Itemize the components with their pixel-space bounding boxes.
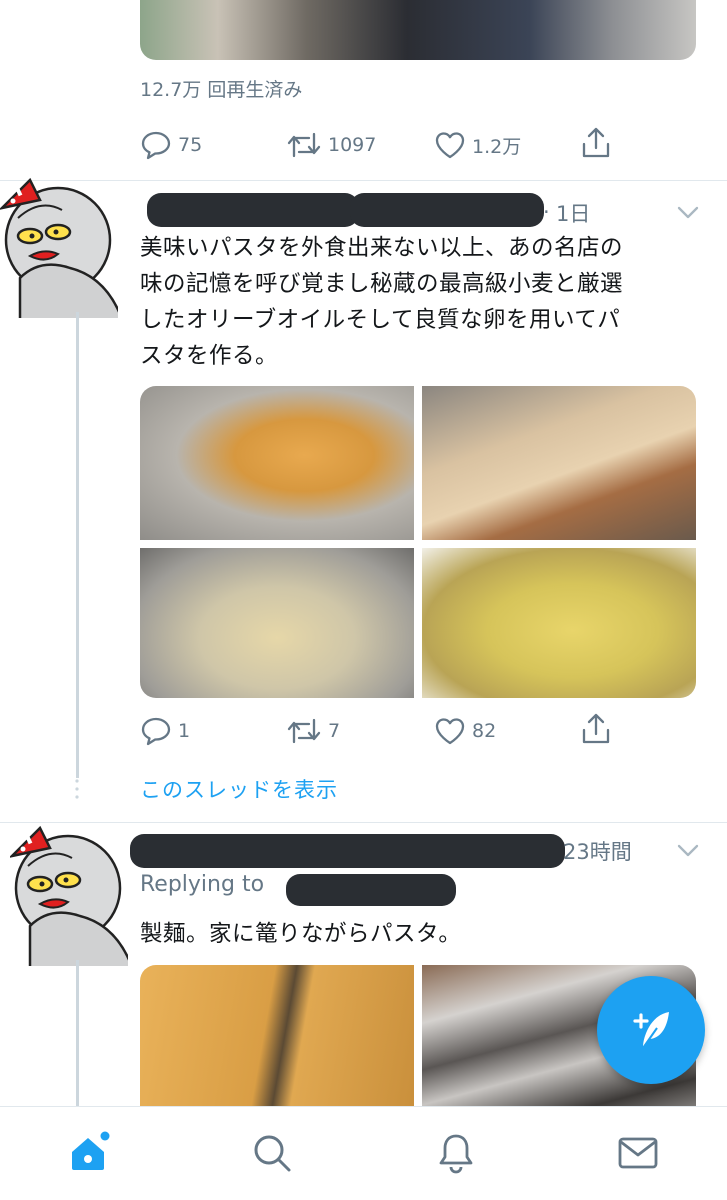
- retweet-icon: [287, 132, 321, 158]
- previous-tweet-video[interactable]: [140, 0, 696, 60]
- reply-count: 75: [178, 134, 203, 156]
- reply-count: 1: [178, 720, 191, 742]
- media-photo-rolling-pin[interactable]: [422, 386, 696, 540]
- tweet-text-line: スタを作る。: [140, 343, 279, 369]
- media-photo-dough-sheet[interactable]: [140, 386, 414, 540]
- show-thread-link[interactable]: このスレッドを表示: [140, 774, 338, 804]
- reply-icon: [141, 717, 171, 746]
- like-button[interactable]: 1.2万: [434, 130, 521, 160]
- like-count: 82: [472, 720, 497, 742]
- reply-button[interactable]: 75: [140, 130, 202, 160]
- redacted-display-name: [147, 193, 359, 227]
- home-icon: [72, 1131, 110, 1170]
- retweet-count: 1097: [328, 134, 377, 156]
- chevron-down-icon[interactable]: [676, 843, 700, 859]
- tab-home[interactable]: [66, 1129, 114, 1177]
- bell-icon: [439, 1134, 473, 1174]
- tweet-text: 製麺。家に篭りながらパスタ。: [140, 921, 462, 947]
- mail-icon: [618, 1137, 658, 1169]
- media-photo-dough-strips[interactable]: [140, 965, 414, 1125]
- tab-notifications[interactable]: [432, 1129, 480, 1177]
- search-icon: [254, 1135, 291, 1172]
- user-avatar[interactable]: [0, 168, 118, 318]
- share-button[interactable]: [580, 712, 612, 746]
- tab-search[interactable]: [248, 1129, 296, 1177]
- chevron-down-icon[interactable]: [676, 205, 700, 221]
- retweet-button[interactable]: 7: [286, 716, 340, 746]
- tweet-text-line: したオリーブオイルそして良質な卵を用いてパ: [140, 307, 621, 333]
- tweet-timestamp: 1日: [556, 202, 591, 226]
- share-button[interactable]: [580, 126, 612, 160]
- replying-to-label: Replying to: [140, 872, 265, 897]
- thread-dots: [75, 779, 79, 799]
- bottom-tab-bar: [0, 1106, 727, 1200]
- tweet-dot: ·: [543, 200, 550, 224]
- view-count: 12.7万 回再生済み: [140, 79, 303, 101]
- media-photo-carbonara[interactable]: [422, 548, 696, 698]
- heart-icon: [435, 132, 465, 159]
- redacted-username: [350, 193, 544, 227]
- retweet-count: 7: [328, 720, 341, 742]
- like-count: 1.2万: [472, 135, 522, 158]
- reply-button[interactable]: 1: [140, 716, 190, 746]
- reply-icon: [141, 131, 171, 160]
- tweet-text: 美味いパスタを外食出来ない以上、あの名店の 味の記憶を呼び覚まし秘蔵の最高級小麦…: [140, 230, 700, 374]
- thread-connector: [76, 312, 79, 778]
- media-photo-boiling-pasta[interactable]: [140, 548, 414, 698]
- tweet-text-line: 美味いパスタを外食出来ない以上、あの名店の: [140, 235, 624, 261]
- tweet-media-grid: [140, 386, 696, 698]
- like-button[interactable]: 82: [434, 716, 496, 746]
- share-icon: [582, 127, 610, 158]
- compose-tweet-button[interactable]: [597, 976, 705, 1084]
- tab-messages[interactable]: [614, 1129, 662, 1177]
- retweet-icon: [287, 718, 321, 744]
- redacted-display-name: [130, 834, 565, 868]
- tweet-timestamp: 23時間: [563, 840, 632, 864]
- thread-connector: [76, 960, 79, 1106]
- redacted-reply-target[interactable]: [286, 874, 456, 906]
- heart-icon: [435, 718, 465, 745]
- retweet-button[interactable]: 1097: [286, 130, 376, 160]
- user-avatar[interactable]: [10, 816, 128, 966]
- share-icon: [582, 713, 610, 744]
- compose-tweet-icon: [633, 1012, 669, 1049]
- tweet-text-line: 味の記憶を呼び覚まし秘蔵の最高級小麦と厳選: [140, 271, 624, 297]
